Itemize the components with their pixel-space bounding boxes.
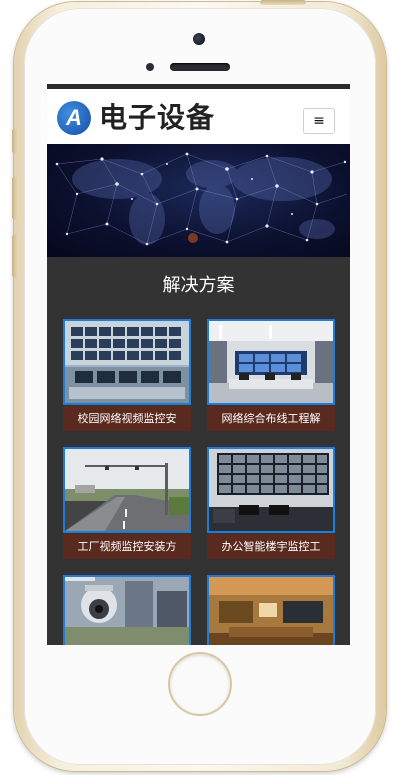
hero-banner[interactable] — [47, 144, 350, 257]
section-title: 解决方案 — [162, 275, 235, 296]
control-room-image — [65, 321, 189, 403]
logo-icon[interactable]: A — [57, 101, 91, 135]
earpiece-speaker — [170, 63, 230, 71]
site-title[interactable]: 电子设备 — [99, 100, 215, 136]
card-label[interactable]: 工厂视频监控安装方 — [63, 534, 191, 559]
world-network-map-image — [55, 152, 348, 246]
solution-card[interactable]: 工厂视频监控安装方 — [63, 447, 191, 559]
card-image[interactable] — [63, 447, 191, 533]
card-image[interactable] — [207, 447, 335, 533]
menu-icon: ≡ — [313, 113, 325, 129]
solutions-section: 解决方案 校园网络视频监控安 网络综合布线工程解 工厂视频监控安装方 办公智能楼… — [47, 257, 350, 645]
power-button — [260, 0, 306, 5]
dome-camera-street-image — [65, 577, 189, 645]
card-label[interactable]: 校园网络视频监控安 — [63, 406, 191, 431]
front-camera-icon — [193, 33, 205, 45]
solution-card[interactable]: 办公智能楼宇监控工 — [207, 447, 335, 559]
mute-switch — [12, 128, 18, 154]
volume-up-button — [12, 176, 18, 220]
site-header: A 电子设备 ≡ — [47, 89, 350, 144]
card-image[interactable] — [207, 319, 335, 405]
control-desk-image — [209, 577, 333, 645]
card-image[interactable] — [63, 575, 191, 645]
solution-card[interactable] — [207, 575, 335, 645]
home-button[interactable] — [168, 652, 232, 716]
card-label[interactable]: 网络综合布线工程解 — [207, 406, 335, 431]
card-label[interactable]: 办公智能楼宇监控工 — [207, 534, 335, 559]
video-wall-office-image — [209, 449, 333, 531]
hamburger-menu-button[interactable]: ≡ — [303, 108, 335, 134]
proximity-sensor — [146, 63, 154, 71]
solution-card[interactable] — [63, 575, 191, 645]
logo-letter: A — [66, 105, 82, 130]
card-image[interactable] — [207, 575, 335, 645]
road-camera-pole-image — [65, 449, 189, 531]
phone-screen: A 电子设备 ≡ 解决方案 校园网络视频监控安 网络综合布线工程解 工厂视频监控… — [47, 84, 350, 645]
solution-card[interactable]: 校园网络视频监控安 — [63, 319, 191, 431]
volume-down-button — [12, 234, 18, 278]
solution-card[interactable]: 网络综合布线工程解 — [207, 319, 335, 431]
monitoring-center-image — [209, 321, 333, 403]
card-image[interactable] — [63, 319, 191, 405]
